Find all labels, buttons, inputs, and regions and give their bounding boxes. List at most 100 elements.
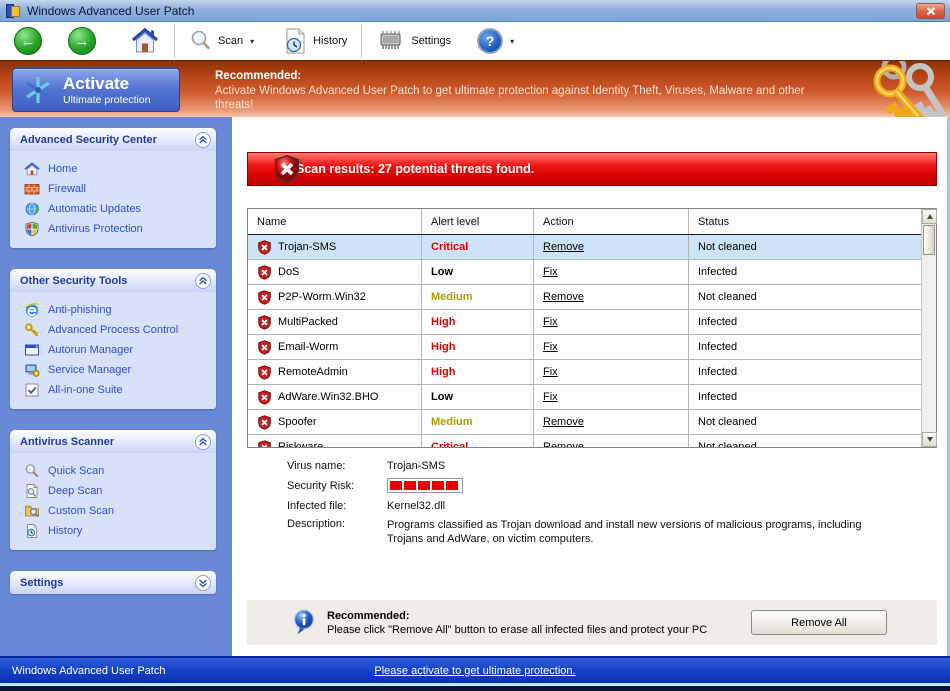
table-row[interactable]: AdWare.Win32.BHO Low Fix Infected xyxy=(248,385,921,410)
sidebar-item-autorun-manager[interactable]: Autorun Manager xyxy=(10,340,216,360)
activate-button[interactable]: Activate Ultimate protection xyxy=(12,68,180,112)
remove-all-button[interactable]: Remove All xyxy=(751,610,887,635)
threat-status: Infected xyxy=(698,366,738,378)
updates-icon xyxy=(24,201,40,217)
back-button[interactable]: ← xyxy=(8,24,48,58)
sidebar-item-label: Quick Scan xyxy=(48,465,105,477)
action-cell: Remove xyxy=(534,435,689,447)
sidebar-item-service-manager[interactable]: Service Manager xyxy=(10,360,216,380)
table-row[interactable]: Spoofer Medium Remove Not cleaned xyxy=(248,410,921,435)
column-header-name[interactable]: Name xyxy=(248,209,422,234)
action-cell: Fix xyxy=(534,310,689,334)
threat-name-cell: P2P-Worm.Win32 xyxy=(248,285,422,309)
settings-button[interactable]: Settings xyxy=(370,24,457,58)
action-link[interactable]: Fix xyxy=(543,341,558,353)
autorun-icon xyxy=(24,342,40,358)
home-button[interactable] xyxy=(124,24,166,58)
status-cell: Infected xyxy=(689,335,921,359)
scroll-down-icon xyxy=(926,437,933,442)
chevron-up-icon[interactable] xyxy=(195,272,211,289)
threat-name-cell: Riskware xyxy=(248,435,422,447)
sidebar-item-anti-phishing[interactable]: Anti-phishing xyxy=(10,300,216,320)
threat-status: Infected xyxy=(698,316,738,328)
risk-square xyxy=(418,481,430,490)
sidebar-panel-body: Quick Scan Deep Scan Custom Scan History xyxy=(10,453,216,550)
recommendation-text: Please click "Remove All" button to eras… xyxy=(327,623,708,636)
scroll-up-button[interactable] xyxy=(922,209,937,224)
window-title: Windows Advanced User Patch xyxy=(27,3,195,18)
quickscan-icon xyxy=(24,463,40,479)
status-cell: Infected xyxy=(689,385,921,409)
table-scrollbar[interactable] xyxy=(921,209,937,447)
scroll-up-icon xyxy=(926,214,933,219)
sidebar-item-advanced-process-control[interactable]: Advanced Process Control xyxy=(10,320,216,340)
sidebar-item-quick-scan[interactable]: Quick Scan xyxy=(10,461,216,481)
threat-name-cell: Email-Worm xyxy=(248,335,422,359)
service-icon xyxy=(24,362,40,378)
history-button[interactable]: History xyxy=(276,24,353,58)
action-link[interactable]: Fix xyxy=(543,266,558,278)
sidebar-panel-header[interactable]: Settings xyxy=(10,571,216,594)
table-row[interactable]: DoS Low Fix Infected xyxy=(248,260,921,285)
action-link[interactable]: Remove xyxy=(543,241,584,253)
action-link[interactable]: Remove xyxy=(543,291,584,303)
status-cell: Not cleaned xyxy=(689,410,921,434)
help-button[interactable]: ? ▾ xyxy=(471,24,520,58)
chevron-down-icon[interactable] xyxy=(195,574,211,591)
action-link[interactable]: Remove xyxy=(543,416,584,428)
sidebar-panel: Other Security Tools Anti-phishing Advance… xyxy=(10,269,216,409)
activate-link[interactable]: Please activate to get ultimate protecti… xyxy=(0,665,950,677)
sidebar-item-all-in-one-suite[interactable]: All-in-one Suite xyxy=(10,380,216,400)
column-header-action[interactable]: Action xyxy=(534,209,689,234)
column-header-status[interactable]: Status xyxy=(689,209,921,234)
threat-name: Spoofer xyxy=(278,416,317,428)
scroll-thumb[interactable] xyxy=(923,225,935,255)
table-row[interactable]: Trojan-SMS Critical Remove Not cleaned xyxy=(248,235,921,260)
action-link[interactable]: Fix xyxy=(543,316,558,328)
sidebar-panel-title: Antivirus Scanner xyxy=(20,435,115,448)
scroll-down-button[interactable] xyxy=(922,432,937,447)
sidebar-item-antivirus-protection[interactable]: Antivirus Protection xyxy=(10,219,216,239)
forward-button[interactable]: → xyxy=(62,24,102,58)
sidebar-panel-header[interactable]: Other Security Tools xyxy=(10,269,216,292)
chevron-up-icon[interactable] xyxy=(195,131,211,148)
action-link[interactable]: Remove xyxy=(543,441,584,447)
table-row[interactable]: Riskware Critical Remove Not cleaned xyxy=(248,435,921,447)
action-cell: Remove xyxy=(534,235,689,259)
scan-button[interactable]: Scan ▾ xyxy=(183,24,260,58)
sidebar-item-history[interactable]: History xyxy=(10,521,216,541)
status-cell: Infected xyxy=(689,360,921,384)
infected-file-value: Kernel32.dll xyxy=(387,500,446,512)
deepscan-icon xyxy=(24,483,40,499)
application-window: Windows Advanced User Patch ← → Scan ▾ H… xyxy=(0,0,950,691)
alert-level-cell: High xyxy=(422,335,534,359)
table-row[interactable]: MultiPacked High Fix Infected xyxy=(248,310,921,335)
sidebar-item-firewall[interactable]: Firewall xyxy=(10,179,216,199)
alert-level: Medium xyxy=(431,416,473,428)
scan-results-banner: Scan results: 27 potential threats found… xyxy=(247,152,937,186)
threat-table: Name Alert level Action Status Trojan-SMS Cr… xyxy=(247,208,937,448)
sidebar-item-deep-scan[interactable]: Deep Scan xyxy=(10,481,216,501)
sidebar-panel: Settings xyxy=(10,571,216,594)
sidebar-item-label: Advanced Process Control xyxy=(48,324,179,336)
action-link[interactable]: Fix xyxy=(543,366,558,378)
keys-icon xyxy=(873,61,947,117)
chevron-up-icon[interactable] xyxy=(195,433,211,450)
table-row[interactable]: Email-Worm High Fix Infected xyxy=(248,335,921,360)
threat-name: AdWare.Win32.BHO xyxy=(278,391,379,403)
sidebar-panel-title: Advanced Security Center xyxy=(20,133,157,146)
sidebar-panel-header[interactable]: Antivirus Scanner xyxy=(10,430,216,453)
sidebar-panel-header[interactable]: Advanced Security Center xyxy=(10,128,216,151)
threat-name: DoS xyxy=(278,266,300,278)
action-link[interactable]: Fix xyxy=(543,391,558,403)
table-row[interactable]: P2P-Worm.Win32 Medium Remove Not cleaned xyxy=(248,285,921,310)
help-icon: ? xyxy=(477,28,504,54)
sidebar-item-automatic-updates[interactable]: Automatic Updates xyxy=(10,199,216,219)
column-header-alert-level[interactable]: Alert level xyxy=(422,209,534,234)
sidebar-item-custom-scan[interactable]: Custom Scan xyxy=(10,501,216,521)
close-button[interactable] xyxy=(916,3,945,19)
sidebar-item-home[interactable]: Home xyxy=(10,159,216,179)
table-row[interactable]: RemoteAdmin High Fix Infected xyxy=(248,360,921,385)
scan-results-message: Scan results: 27 potential threats found… xyxy=(296,162,535,176)
threat-status: Not cleaned xyxy=(698,291,757,303)
